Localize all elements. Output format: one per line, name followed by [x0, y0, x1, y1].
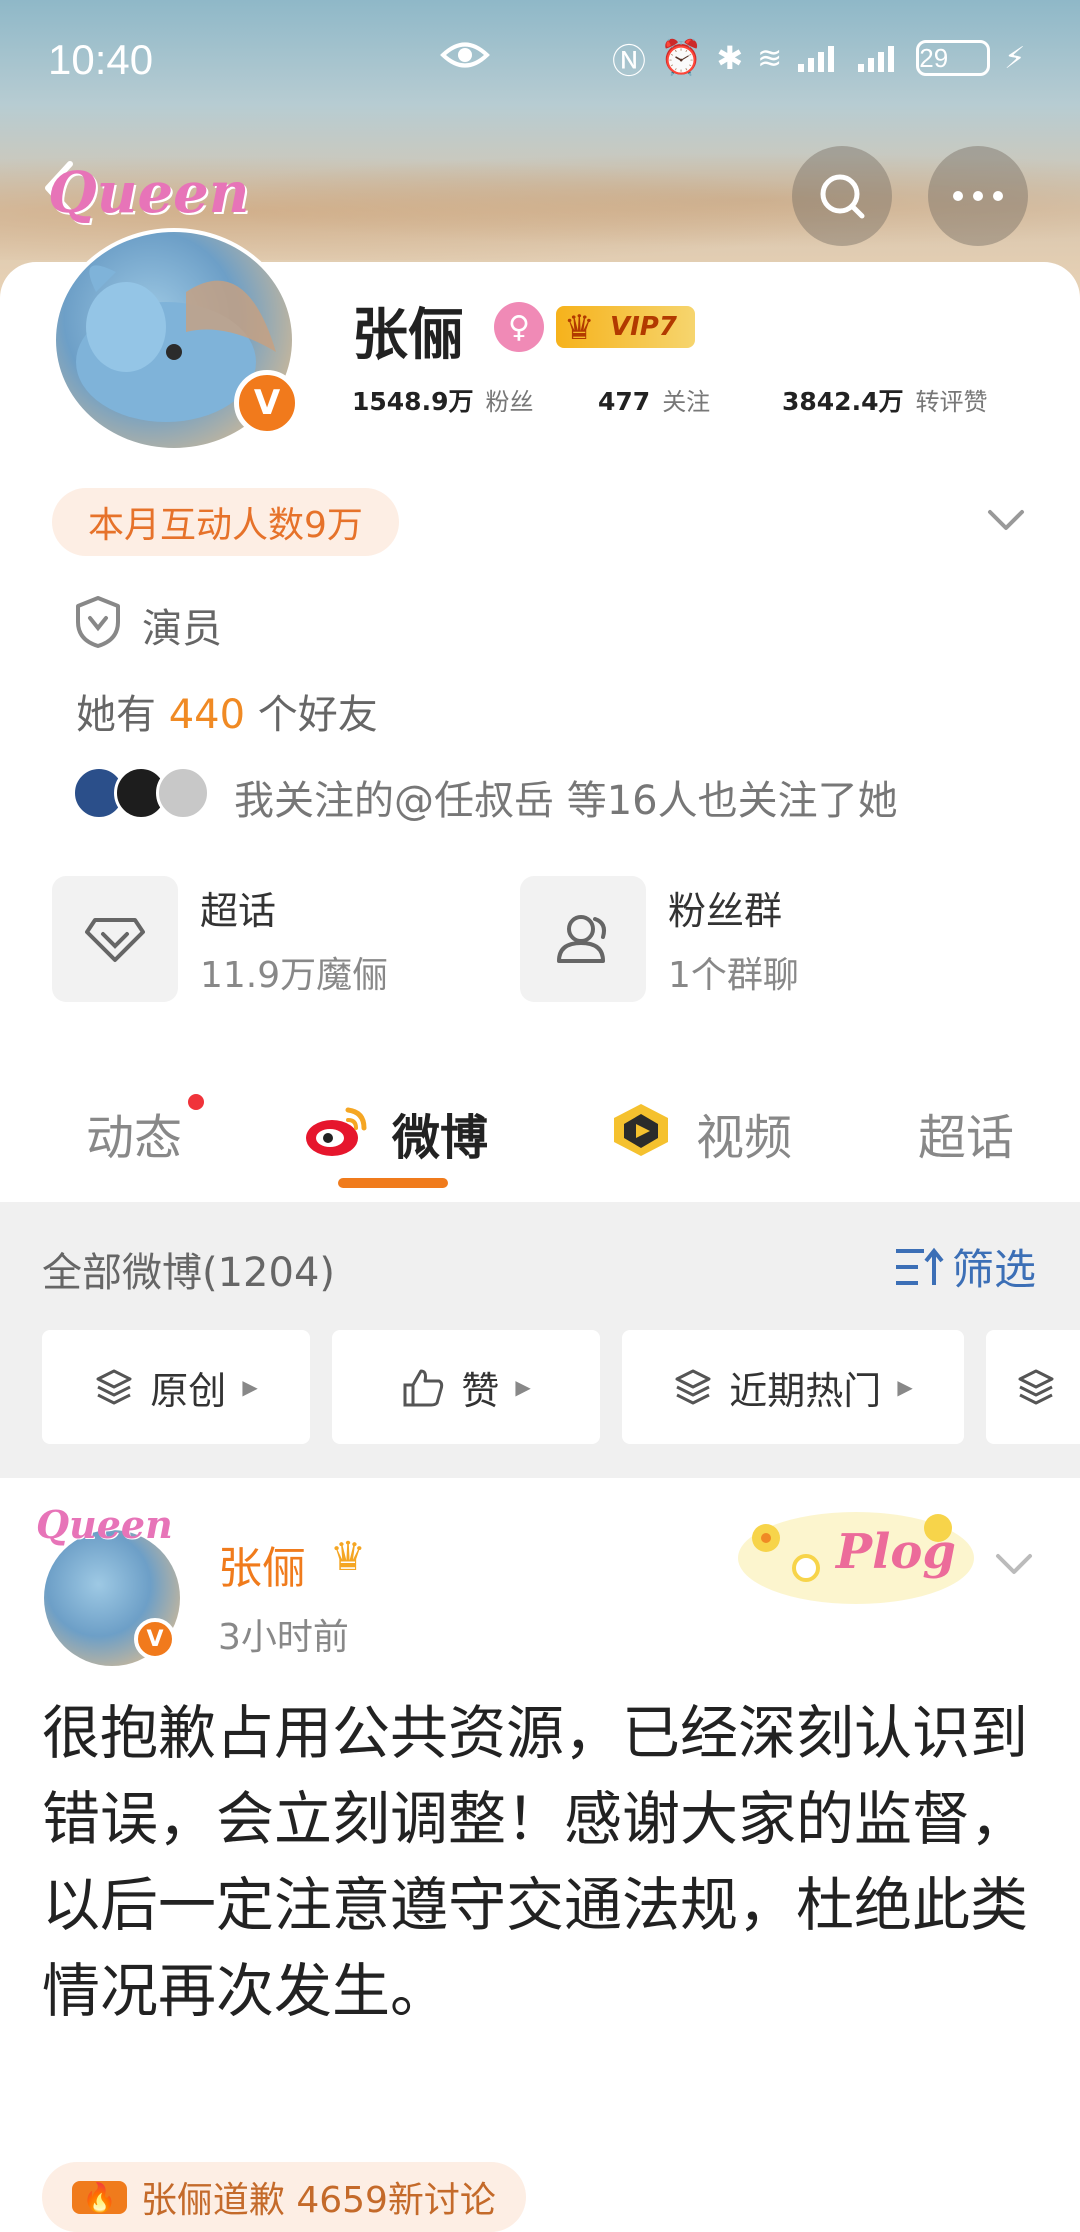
- tab-weibo[interactable]: 微博: [392, 1098, 488, 1168]
- fan-group-title[interactable]: 粉丝群: [668, 880, 782, 935]
- layers-icon: [675, 1369, 711, 1405]
- crown-icon: ♛: [330, 1534, 366, 1580]
- filter-icon: [896, 1247, 944, 1285]
- verified-badge: V: [234, 370, 300, 436]
- chip-recent-hot[interactable]: 近期热门 ▶: [622, 1330, 964, 1444]
- stat-following[interactable]: 477 关注: [598, 382, 782, 418]
- chevron-down-icon[interactable]: [994, 1544, 1034, 1584]
- signal-icon-2: [858, 46, 895, 72]
- fire-icon: 🔥: [72, 2180, 127, 2214]
- alarm-icon: ⏰: [660, 38, 703, 78]
- signal-icon: [798, 46, 835, 72]
- active-tab-indicator: [338, 1178, 448, 1188]
- female-icon: ♀: [494, 302, 544, 352]
- video-icon: [614, 1104, 668, 1156]
- queen-sticker: Queen: [48, 160, 250, 226]
- profile-tabs: 动态 微博 视频 超话: [0, 1070, 1080, 1200]
- vip-badge[interactable]: ♛ VIP7: [556, 306, 695, 348]
- wifi-icon: ≋: [757, 40, 783, 76]
- fan-group-tile[interactable]: [520, 876, 646, 1002]
- group-icon: [557, 915, 606, 963]
- occupation-label: 演员: [142, 606, 222, 652]
- post-time: 3小时前: [218, 1617, 349, 1658]
- battery-indicator: 29: [916, 40, 991, 76]
- friends-count: 440: [168, 692, 246, 738]
- post-author[interactable]: 张俪: [218, 1532, 306, 1596]
- status-time: 10:40: [48, 36, 154, 83]
- chip-more[interactable]: [986, 1330, 1080, 1444]
- tab-video[interactable]: 视频: [696, 1098, 792, 1168]
- verified-badge: V: [134, 1618, 176, 1660]
- caret-right-icon: ▶: [897, 1375, 913, 1399]
- caret-right-icon: ▶: [515, 1375, 531, 1399]
- mutual-follow-text[interactable]: 我关注的@任叔岳 等16人也关注了她: [234, 768, 898, 826]
- topic-text: 张俪道歉 4659新讨论: [140, 2180, 496, 2221]
- queen-sticker: Queen: [36, 1502, 173, 1547]
- search-button[interactable]: [792, 146, 892, 246]
- eye-icon: [440, 42, 490, 68]
- bluetooth-icon: ✱: [716, 39, 744, 77]
- layers-icon: [96, 1369, 132, 1405]
- status-bar: 10:40 Ⓝ ⏰ ✱ ≋ 29 ⚡: [0, 0, 1080, 120]
- profile-name: 张俪: [352, 303, 464, 368]
- stat-reposts-likes[interactable]: 3842.4万 转评赞: [782, 382, 987, 418]
- stat-followers[interactable]: 1548.9万 粉丝: [352, 382, 598, 418]
- profile-stats: 1548.9万 粉丝 477 关注 3842.4万 转评赞: [352, 382, 987, 418]
- all-weibo-count: 全部微博(1204): [42, 1250, 336, 1296]
- notification-dot: [188, 1094, 204, 1110]
- diamond-icon: [85, 918, 145, 962]
- search-icon: [820, 174, 865, 219]
- tab-super-topic[interactable]: 超话: [918, 1098, 1014, 1168]
- more-button[interactable]: [928, 146, 1028, 246]
- more-dots-icon: [953, 191, 1003, 201]
- friends-count-line[interactable]: 她有 440 个好友: [76, 682, 378, 740]
- chip-likes[interactable]: 赞 ▶: [332, 1330, 600, 1444]
- plog-sticker: Plog: [738, 1512, 974, 1604]
- vip-label: VIP7: [610, 312, 677, 342]
- layers-icon: [1018, 1369, 1054, 1405]
- super-topic-tile[interactable]: [52, 876, 178, 1002]
- filter-label: 筛选: [952, 1245, 1037, 1294]
- crown-icon: ♛: [564, 308, 595, 348]
- caret-right-icon: ▶: [242, 1375, 258, 1399]
- fan-group-subtitle: 1个群聊: [668, 955, 799, 996]
- super-topic-subtitle: 11.9万魔俪: [200, 955, 389, 996]
- thumbs-up-icon: [403, 1369, 444, 1407]
- weibo-logo-icon: [306, 1107, 367, 1156]
- chip-original[interactable]: 原创 ▶: [42, 1330, 310, 1444]
- monthly-interaction-pill[interactable]: 本月互动人数9万: [52, 488, 399, 556]
- status-icons: Ⓝ ⏰ ✱ ≋ 29 ⚡: [612, 38, 1026, 82]
- tab-dynamics[interactable]: 动态: [86, 1098, 182, 1168]
- mutual-avatar: [156, 766, 210, 820]
- filter-button[interactable]: 筛选: [894, 1236, 1036, 1297]
- nfc-icon: Ⓝ: [612, 41, 646, 82]
- charging-icon: ⚡: [1004, 40, 1026, 76]
- chevron-down-icon[interactable]: [986, 500, 1026, 540]
- super-topic-title[interactable]: 超话: [200, 880, 276, 935]
- post-content: 很抱歉占用公共资源，已经深刻认识到错误，会立刻调整！感谢大家的监督，以后一定注意…: [42, 1699, 1029, 2025]
- topic-pill[interactable]: 🔥 张俪道歉 4659新讨论: [42, 2162, 526, 2232]
- shield-icon: [76, 596, 120, 648]
